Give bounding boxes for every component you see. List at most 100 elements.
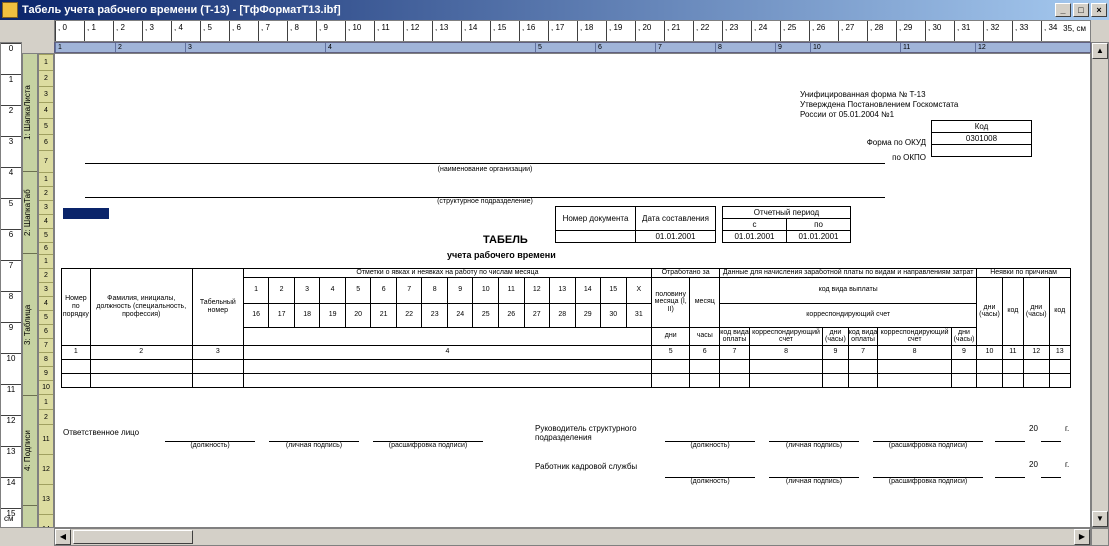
row-number-bar[interactable]: 123456712345612345678910121112131415	[38, 53, 54, 528]
row-cell[interactable]: 10	[39, 380, 53, 394]
cell: 31	[626, 303, 652, 327]
col-cell[interactable]: 7	[655, 43, 715, 52]
cell	[243, 327, 651, 345]
row-cell[interactable]: 5	[39, 118, 53, 134]
row-cell[interactable]: 5	[39, 228, 53, 242]
horizontal-scrollbar[interactable]: ◀ ▶	[54, 528, 1091, 546]
row-cell[interactable]: 14	[39, 514, 53, 528]
col-cell[interactable]: 5	[535, 43, 595, 52]
cell: 7	[396, 277, 422, 303]
cell	[878, 359, 951, 373]
h-tick: , 1	[84, 21, 96, 41]
section-bar[interactable]: 1: ШапкаЛиста2: ШапкаТаб3: Таблица4: Под…	[22, 53, 38, 528]
cell	[749, 373, 822, 387]
cell	[951, 373, 977, 387]
section-label[interactable]: 4: Подписи	[23, 396, 37, 506]
yy-2: 20	[1029, 460, 1038, 469]
row-cell[interactable]: 13	[39, 484, 53, 514]
cell: дни (часы)	[1024, 277, 1050, 345]
v-tick: 9	[1, 322, 21, 332]
cell	[1049, 359, 1070, 373]
cell: 29	[575, 303, 601, 327]
row-cell[interactable]: 2	[39, 70, 53, 86]
row-cell[interactable]: 3	[39, 86, 53, 102]
v-tick: 6	[1, 229, 21, 239]
h-tick: , 8	[287, 21, 299, 41]
cell: 2	[90, 345, 192, 359]
cell	[652, 359, 690, 373]
cell: 13	[550, 277, 576, 303]
row-cell[interactable]: 3	[39, 282, 53, 296]
cell: 10	[473, 277, 499, 303]
row-cell[interactable]: 2	[39, 409, 53, 424]
col-cell[interactable]: 11	[900, 43, 975, 52]
row-cell[interactable]: 4	[39, 296, 53, 310]
row-cell[interactable]: 9	[39, 366, 53, 380]
horizontal-ruler[interactable]: , 0, 1, 2, 3, 4, 5, 6, 7, 8, 9, 10, 11, …	[54, 20, 1091, 42]
v-tick: 7	[1, 260, 21, 270]
date-line-1	[995, 432, 1025, 442]
row-cell[interactable]: 4	[39, 102, 53, 118]
v-tick: 5	[1, 198, 21, 208]
section-label[interactable]: 1: ШапкаЛиста	[23, 54, 37, 172]
cell	[62, 373, 91, 387]
row-cell[interactable]: 8	[39, 352, 53, 366]
cell: 19	[320, 303, 346, 327]
row-cell[interactable]: 6	[39, 324, 53, 338]
vertical-scrollbar[interactable]: ▲ ▼	[1091, 42, 1109, 528]
col-cell[interactable]: 9	[775, 43, 810, 52]
row-cell[interactable]: 2	[39, 268, 53, 282]
cell: 3	[192, 345, 243, 359]
row-cell[interactable]: 1	[39, 394, 53, 409]
close-button[interactable]: ×	[1091, 3, 1107, 17]
col-cell[interactable]: 1	[55, 43, 115, 52]
scroll-thumb[interactable]	[73, 530, 193, 544]
org-caption: (наименование организации)	[415, 166, 555, 173]
scroll-up-icon[interactable]: ▲	[1092, 43, 1108, 59]
row-cell[interactable]: 3	[39, 200, 53, 214]
design-canvas[interactable]: Унифицированная форма № T-13 Утверждена …	[54, 53, 1091, 528]
row-cell[interactable]: 1	[39, 172, 53, 186]
row-cell[interactable]: 7	[39, 150, 53, 172]
row-cell[interactable]: 1	[39, 254, 53, 268]
period-from-label: с	[723, 219, 787, 231]
selection-cursor[interactable]	[63, 208, 109, 219]
head-label: Руководитель структурного подразделения	[535, 424, 655, 442]
row-cell[interactable]: 12	[39, 454, 53, 484]
section-label[interactable]: 2: ШапкаТаб	[23, 172, 37, 254]
cell: корреспондирующий счет	[720, 303, 977, 327]
v-tick: 11	[1, 384, 21, 394]
col-cell[interactable]: 8	[715, 43, 775, 52]
cell: 3	[294, 277, 320, 303]
row-cell[interactable]: 11	[39, 424, 53, 454]
yy-line-1	[1041, 432, 1061, 442]
okud-label: Форма по ОКУД	[867, 138, 926, 147]
col-cell[interactable]: 6	[595, 43, 655, 52]
col-cell[interactable]: 3	[185, 43, 325, 52]
column-header-bar[interactable]: 123456789101112	[54, 42, 1091, 53]
row-cell[interactable]: 6	[39, 134, 53, 150]
scroll-down-icon[interactable]: ▼	[1092, 511, 1108, 527]
row-cell[interactable]: 2	[39, 186, 53, 200]
cell: код вида оплаты	[848, 327, 878, 345]
row-cell[interactable]: 1	[39, 54, 53, 70]
col-cell[interactable]: 2	[115, 43, 185, 52]
row-cell[interactable]: 6	[39, 242, 53, 254]
col-cell[interactable]: 10	[810, 43, 900, 52]
section-label[interactable]: 3: Таблица	[23, 254, 37, 396]
scroll-right-icon[interactable]: ▶	[1074, 529, 1090, 545]
minimize-button[interactable]: _	[1055, 3, 1071, 17]
cell	[690, 373, 720, 387]
col-cell[interactable]: 4	[325, 43, 535, 52]
form-note-3: России от 05.01.2004 №1	[800, 110, 990, 119]
scroll-left-icon[interactable]: ◀	[55, 529, 71, 545]
scroll-corner	[1091, 528, 1109, 546]
vertical-ruler[interactable]: см 0123456789101112131415	[0, 42, 22, 528]
row-cell[interactable]: 5	[39, 310, 53, 324]
col-cell[interactable]: 12	[975, 43, 995, 52]
row-cell[interactable]: 7	[39, 338, 53, 352]
resp-ras-line	[373, 432, 483, 442]
head-ras-cap: (расшифровка подписи)	[873, 442, 983, 449]
row-cell[interactable]: 4	[39, 214, 53, 228]
maximize-button[interactable]: □	[1073, 3, 1089, 17]
